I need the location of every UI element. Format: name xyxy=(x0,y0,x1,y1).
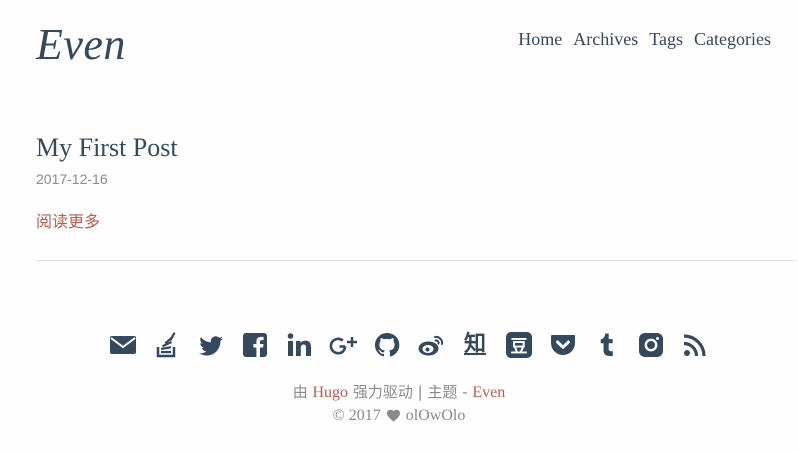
pocket-icon[interactable] xyxy=(548,330,578,360)
powered-middle: 强力驱动 | 主题 - xyxy=(352,383,468,401)
linkedin-icon[interactable] xyxy=(284,330,314,360)
read-more-link[interactable]: 阅读更多 xyxy=(36,211,100,233)
zhihu-icon[interactable]: 知 xyxy=(460,330,490,360)
author-name[interactable]: olOwOlo xyxy=(406,407,466,424)
copyright: © 2017 olOwOlo xyxy=(0,405,798,427)
theme-link[interactable]: Even xyxy=(472,384,505,401)
site-logo[interactable]: Even xyxy=(36,18,126,72)
hugo-link[interactable]: Hugo xyxy=(313,384,349,401)
svg-text:豆: 豆 xyxy=(511,337,528,357)
google-plus-icon[interactable] xyxy=(328,330,358,360)
post-title[interactable]: My First Post xyxy=(36,132,178,164)
powered-by: 由 Hugo 强力驱动 | 主题 - Even xyxy=(0,381,798,404)
nav-archives[interactable]: Archives xyxy=(573,27,638,51)
nav-tags[interactable]: Tags xyxy=(649,27,683,51)
main-nav: Home Archives Tags Categories xyxy=(518,27,771,51)
post-date: 2017-12-16 xyxy=(36,171,108,187)
nav-categories[interactable]: Categories xyxy=(694,27,771,51)
nav-home[interactable]: Home xyxy=(518,27,562,51)
rss-icon[interactable] xyxy=(680,330,710,360)
divider xyxy=(36,260,796,261)
email-icon[interactable] xyxy=(108,330,138,360)
tumblr-icon[interactable] xyxy=(592,330,622,360)
zhihu-glyph: 知 xyxy=(463,332,486,357)
weibo-icon[interactable] xyxy=(416,330,446,360)
powered-prefix: 由 xyxy=(292,383,308,401)
twitter-icon[interactable] xyxy=(196,330,226,360)
instagram-icon[interactable] xyxy=(636,330,666,360)
github-icon[interactable] xyxy=(372,330,402,360)
copyright-year: © 2017 xyxy=(332,407,381,424)
douban-icon[interactable]: 豆 xyxy=(504,330,534,360)
facebook-icon[interactable] xyxy=(240,330,270,360)
social-links: 知 豆 xyxy=(0,330,798,360)
heart-icon xyxy=(386,409,400,422)
stack-overflow-icon[interactable] xyxy=(152,330,182,360)
